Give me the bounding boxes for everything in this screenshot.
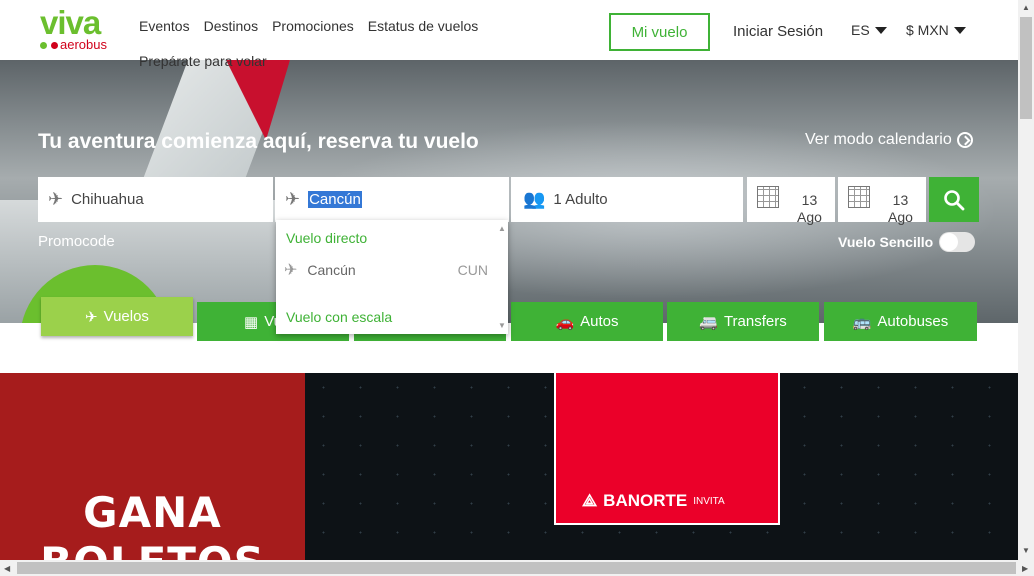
logo-sub: aerobus (60, 37, 107, 52)
arrow-circle-icon (956, 132, 973, 148)
logo-main: viva (40, 4, 101, 41)
tab-label: Transfers (723, 313, 787, 330)
scroll-down-icon[interactable]: ▼ (1022, 546, 1030, 555)
passengers-icon: 👥 (523, 189, 546, 209)
banorte-invite: INVITA (693, 495, 725, 507)
nav-estatus-vuelos[interactable]: Estatus de vuelos (368, 18, 479, 34)
nav-promociones[interactable]: Promociones (272, 18, 354, 34)
depart-day: 13 (801, 192, 818, 208)
takeoff-icon: ✈ (48, 189, 64, 209)
promo-banner[interactable]: GANA BOLETOS ⟁ BANORTE INVITA (0, 373, 1018, 560)
hotel-icon: ▦ (244, 313, 259, 331)
plane-icon: ✈ (284, 262, 298, 279)
currency-selector[interactable]: $ MXN (906, 22, 966, 38)
plane-icon: ✈ (85, 308, 98, 326)
calendar-icon (757, 186, 779, 208)
direct-flight-header: Vuelo directo (286, 230, 368, 246)
arrow-up-icon[interactable]: ▲ (498, 224, 506, 233)
scroll-right-icon[interactable]: ▶ (1022, 564, 1028, 573)
scroll-up-icon[interactable]: ▲ (1022, 3, 1030, 12)
banorte-card: ⟁ BANORTE INVITA (554, 373, 780, 525)
logo-dot-green (40, 42, 47, 49)
destination-dropdown: Vuelo directo ✈ Cancún CUN Vuelo con esc… (276, 220, 508, 334)
logo-dot-red (51, 42, 58, 49)
search-icon (944, 189, 965, 210)
depart-month: Ago (797, 209, 822, 225)
horizontal-scroll-thumb[interactable] (17, 562, 1016, 574)
return-date: 13 Ago (888, 192, 913, 226)
one-way-toggle[interactable]: Vuelo Sencillo (838, 232, 976, 252)
tab-label: Autobuses (877, 313, 949, 330)
nav-destinos[interactable]: Destinos (204, 18, 258, 34)
landing-icon: ✈ (285, 189, 301, 209)
vivaaerobus-logo[interactable]: viva aerobus (40, 6, 126, 54)
banorte-name: BANORTE (603, 491, 688, 510)
connecting-flight-header: Vuelo con escala (286, 309, 393, 325)
depart-date-field[interactable]: 13 Ago (747, 177, 835, 225)
login-link[interactable]: Iniciar Sesión (733, 23, 823, 40)
tab-autobuses[interactable]: 🚌 Autobuses (824, 302, 977, 341)
origin-field[interactable]: ✈ Chihuahua (38, 177, 273, 222)
language-selector[interactable]: ES (851, 22, 887, 38)
return-date-field[interactable]: 13 Ago (838, 177, 926, 225)
one-way-label: Vuelo Sencillo (838, 234, 934, 250)
van-icon: 🚐 (699, 313, 718, 331)
option-code: CUN (457, 262, 488, 278)
main-nav: Eventos Destinos Promociones Estatus de … (139, 18, 478, 34)
my-flight-button[interactable]: Mi vuelo (609, 13, 710, 51)
tab-transfers[interactable]: 🚐 Transfers (667, 302, 819, 341)
banner-title: GANA BOLETOS (40, 488, 264, 560)
scroll-left-icon[interactable]: ◀ (4, 564, 10, 573)
nav-prepare-to-fly[interactable]: Prepárate para volar (139, 53, 267, 69)
arrow-down-icon[interactable]: ▼ (498, 321, 506, 330)
currency-value: $ MXN (906, 22, 949, 38)
dropdown-option-cancun[interactable]: ✈ Cancún CUN (284, 260, 488, 280)
return-day: 13 (892, 192, 909, 208)
language-value: ES (851, 22, 870, 38)
promocode-link[interactable]: Promocode (38, 233, 115, 250)
logo-sub-wrap: aerobus (40, 38, 107, 52)
calendar-mode-link[interactable]: Ver modo calendario (805, 131, 973, 149)
header: viva aerobus Eventos Destinos Promocione… (0, 0, 1018, 60)
destination-field[interactable]: ✈ Cancún (275, 177, 509, 222)
tab-label: Autos (580, 313, 619, 330)
hero-title: Tu aventura comienza aquí, reserva tu vu… (38, 130, 479, 153)
return-month: Ago (888, 209, 913, 225)
banorte-mark-icon: ⟁ (582, 491, 598, 510)
passengers-value: 1 Adulto (553, 191, 608, 208)
destination-value: Cancún (308, 191, 362, 208)
banorte-logo: ⟁ BANORTE INVITA (582, 491, 725, 511)
chevron-down-icon (953, 26, 966, 34)
tab-vuelos[interactable]: ✈ Vuelos (41, 297, 193, 336)
calendar-mode-label: Ver modo calendario (805, 131, 952, 148)
bus-icon: 🚌 (852, 313, 872, 331)
hero-search: Tu aventura comienza aquí, reserva tu vu… (0, 60, 1018, 323)
toggle-switch[interactable] (939, 232, 976, 252)
tab-autos[interactable]: 🚗 Autos (511, 302, 663, 341)
chevron-down-icon (874, 26, 887, 34)
tab-label: Vuelos (103, 308, 149, 325)
search-button[interactable] (929, 177, 979, 222)
car-icon: 🚗 (555, 313, 575, 331)
passengers-field[interactable]: 👥 1 Adulto (511, 177, 743, 222)
dropdown-scrollbar[interactable]: ▲ ▼ (498, 224, 506, 330)
option-city: Cancún (307, 262, 356, 278)
depart-date: 13 Ago (797, 192, 822, 226)
vertical-scroll-thumb[interactable] (1020, 17, 1032, 119)
nav-eventos[interactable]: Eventos (139, 18, 190, 34)
calendar-icon (848, 186, 870, 208)
origin-value: Chihuahua (71, 191, 144, 208)
